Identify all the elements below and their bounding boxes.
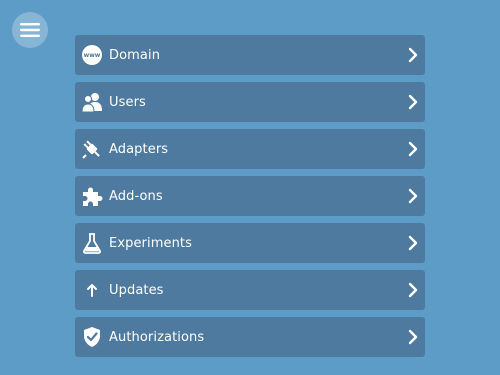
menu-item-label: Domain <box>109 47 161 63</box>
chevron-right-icon <box>408 47 418 63</box>
menu-item-updates[interactable]: Updates <box>75 270 425 310</box>
plug-icon <box>81 138 103 160</box>
chevron-right-icon <box>408 141 418 157</box>
menu-item-domain[interactable]: www Domain <box>75 35 425 75</box>
menu-item-authorizations[interactable]: Authorizations <box>75 317 425 357</box>
menu-item-label: Users <box>109 94 146 110</box>
flask-icon <box>81 232 103 254</box>
menu-item-label: Adapters <box>109 141 169 157</box>
arrow-up-icon <box>81 279 103 301</box>
chevron-right-icon <box>408 188 418 204</box>
menu-item-experiments[interactable]: Experiments <box>75 223 425 263</box>
shield-check-icon <box>81 326 103 348</box>
svg-text:www: www <box>84 52 101 59</box>
menu-item-label: Experiments <box>109 235 192 251</box>
puzzle-icon <box>81 185 103 207</box>
chevron-right-icon <box>408 329 418 345</box>
chevron-right-icon <box>408 235 418 251</box>
hamburger-icon <box>20 23 40 37</box>
www-globe-icon: www <box>81 44 103 66</box>
menu-item-label: Updates <box>109 282 164 298</box>
menu-item-add-ons[interactable]: Add-ons <box>75 176 425 216</box>
menu-item-users[interactable]: Users <box>75 82 425 122</box>
settings-menu-list: www Domain Users Adapters Add-ons Experi… <box>75 35 425 357</box>
menu-item-label: Authorizations <box>109 329 205 345</box>
menu-item-label: Add-ons <box>109 188 163 204</box>
menu-item-adapters[interactable]: Adapters <box>75 129 425 169</box>
chevron-right-icon <box>408 94 418 110</box>
users-icon <box>81 91 103 113</box>
hamburger-menu-button[interactable] <box>12 12 48 48</box>
chevron-right-icon <box>408 282 418 298</box>
